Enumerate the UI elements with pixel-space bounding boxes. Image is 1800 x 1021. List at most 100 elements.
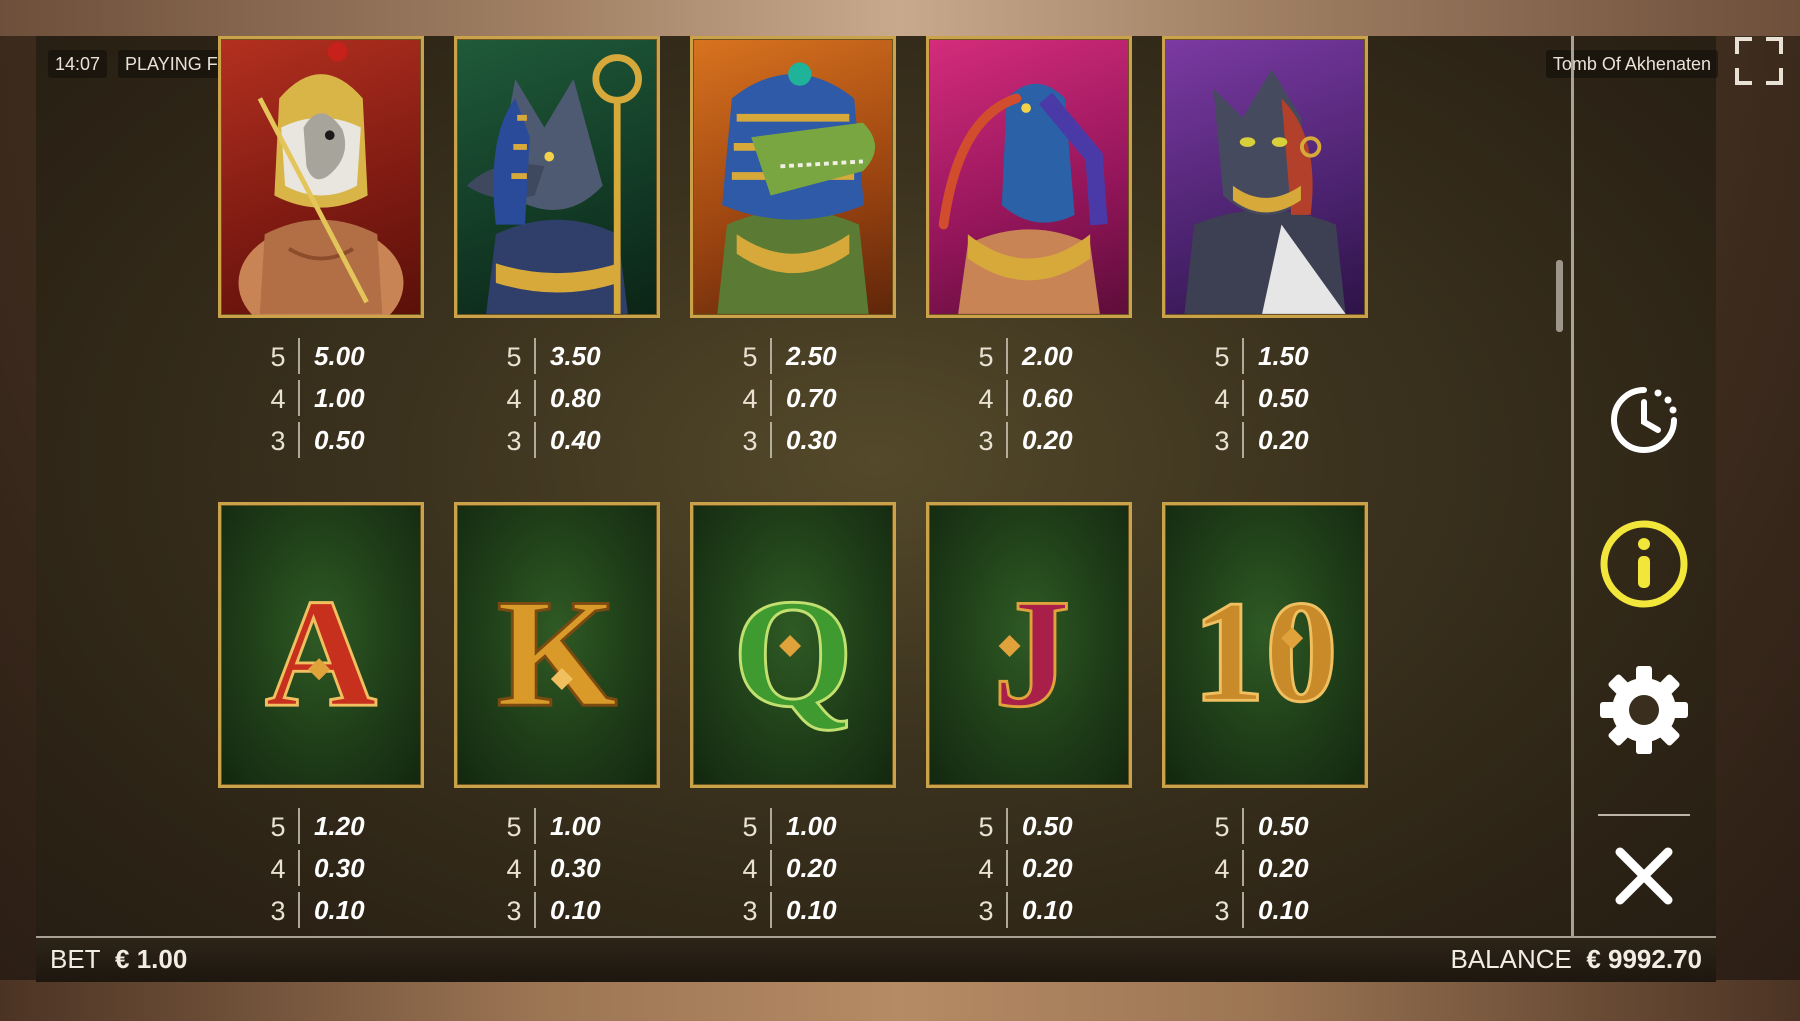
- payout-count: 4: [270, 854, 286, 884]
- payout-count: 4: [742, 854, 758, 884]
- payout-value: 0.50: [1258, 383, 1309, 413]
- payout-count: 3: [506, 896, 522, 926]
- payout-value: 0.80: [550, 383, 601, 413]
- payout-count: 4: [978, 854, 994, 884]
- bet-value: € 1.00: [115, 944, 188, 974]
- payout-sobek: 5 2.50 4 0.70 3 0.30: [690, 336, 896, 462]
- thoth-symbol-art: [938, 83, 1108, 314]
- letter-a-symbol-art: A: [263, 566, 378, 741]
- background-bottom: [0, 980, 1800, 1021]
- bet-display: BET € 1.00: [50, 944, 187, 975]
- payout-count: 5: [1214, 342, 1230, 372]
- status-bar: BET € 1.00 BALANCE € 9992.70: [36, 936, 1716, 982]
- payout-a: 5 1.20 4 0.30 3 0.10: [218, 806, 424, 932]
- payout-value: 0.10: [314, 895, 365, 925]
- info-icon: [1600, 520, 1688, 608]
- payout-count: 5: [506, 812, 522, 842]
- payout-count: 5: [270, 342, 286, 372]
- payout-count: 4: [1214, 854, 1230, 884]
- anubis-symbol-art: [466, 54, 642, 314]
- symbol-card-j: J: [926, 502, 1132, 788]
- payout-value: 0.20: [1258, 425, 1309, 455]
- payout-value: 0.50: [1022, 811, 1073, 841]
- payout-thoth: 5 2.00 4 0.60 3 0.20: [926, 336, 1132, 462]
- payout-j: 5 0.50 4 0.20 3 0.10: [926, 806, 1132, 932]
- payout-value: 0.10: [786, 895, 837, 925]
- payout-count: 5: [270, 812, 286, 842]
- payout-value: 0.10: [1022, 895, 1073, 925]
- payout-value: 0.20: [1022, 425, 1073, 455]
- payout-value: 0.50: [1258, 811, 1309, 841]
- fullscreen-icon[interactable]: [1734, 36, 1784, 86]
- payout-10: 5 0.50 4 0.20 3 0.10: [1162, 806, 1368, 932]
- payout-count: 5: [742, 342, 758, 372]
- payout-count: 3: [270, 426, 286, 456]
- svg-text:A: A: [265, 567, 377, 739]
- svg-text:K: K: [497, 567, 618, 739]
- payout-value: 2.50: [786, 341, 837, 371]
- svg-text:J: J: [993, 567, 1071, 739]
- payout-count: 4: [742, 384, 758, 414]
- payout-count: 5: [506, 342, 522, 372]
- payout-q: 5 1.00 4 0.20 3 0.10: [690, 806, 896, 932]
- gear-icon: [1600, 666, 1688, 754]
- scrollbar-thumb[interactable]: [1556, 260, 1563, 332]
- payout-count: 3: [506, 426, 522, 456]
- payout-count: 4: [506, 854, 522, 884]
- payout-horus: 5 5.00 4 1.00 3 0.50: [218, 336, 424, 462]
- payout-value: 1.20: [314, 811, 365, 841]
- payout-count: 4: [978, 384, 994, 414]
- symbol-card-bastet: [1162, 36, 1368, 318]
- background-top: [0, 0, 1800, 36]
- payout-anubis: 5 3.50 4 0.80 3 0.40: [454, 336, 660, 462]
- sobek-symbol-art: [717, 62, 876, 314]
- payout-value: 1.00: [314, 383, 365, 413]
- payout-k: 5 1.00 4 0.30 3 0.10: [454, 806, 660, 932]
- close-button[interactable]: [1596, 828, 1692, 924]
- sidebar-divider: [1571, 36, 1574, 936]
- payout-count: 4: [270, 384, 286, 414]
- payout-count: 3: [978, 426, 994, 456]
- payout-count: 3: [742, 426, 758, 456]
- payout-count: 3: [742, 896, 758, 926]
- payout-bastet: 5 1.50 4 0.50 3 0.20: [1162, 336, 1368, 462]
- payout-value: 0.60: [1022, 383, 1073, 413]
- symbol-card-k: K: [454, 502, 660, 788]
- payout-count: 4: [506, 384, 522, 414]
- horus-symbol-art: [238, 42, 404, 315]
- number-10-symbol-art: 10: [1191, 569, 1340, 734]
- symbol-card-anubis: [454, 36, 660, 318]
- symbol-card-thoth: [926, 36, 1132, 318]
- symbol-card-a: A: [218, 502, 424, 788]
- payout-value: 0.30: [314, 853, 365, 883]
- bet-label: BET: [50, 944, 101, 974]
- payout-value: 0.50: [314, 425, 365, 455]
- letter-j-symbol-art: J: [992, 566, 1073, 741]
- sidebar-separator: [1598, 814, 1690, 816]
- clock-history-icon: [1611, 387, 1677, 453]
- payout-value: 5.00: [314, 341, 365, 371]
- payout-value: 0.40: [550, 425, 601, 455]
- balance-label: BALANCE: [1450, 944, 1572, 974]
- close-icon: [1615, 847, 1673, 905]
- payout-count: 5: [1214, 812, 1230, 842]
- history-button[interactable]: [1596, 372, 1692, 468]
- info-button[interactable]: [1596, 516, 1692, 612]
- symbol-card-horus: [218, 36, 424, 318]
- symbol-card-sobek: [690, 36, 896, 318]
- payout-count: 3: [978, 896, 994, 926]
- balance-value: € 9992.70: [1586, 944, 1702, 974]
- payout-value: 1.00: [786, 811, 837, 841]
- payout-count: 3: [270, 896, 286, 926]
- symbol-card-10: 10: [1162, 502, 1368, 788]
- payout-count: 5: [742, 812, 758, 842]
- payout-value: 0.20: [1022, 853, 1073, 883]
- payout-value: 1.00: [550, 811, 601, 841]
- payout-value: 0.20: [786, 853, 837, 883]
- settings-button[interactable]: [1596, 662, 1692, 758]
- payout-value: 3.50: [550, 341, 601, 371]
- letter-q-symbol-art: Q: [731, 566, 855, 741]
- payout-value: 1.50: [1258, 341, 1309, 371]
- payout-count: 3: [1214, 896, 1230, 926]
- symbol-card-q: Q: [690, 502, 896, 788]
